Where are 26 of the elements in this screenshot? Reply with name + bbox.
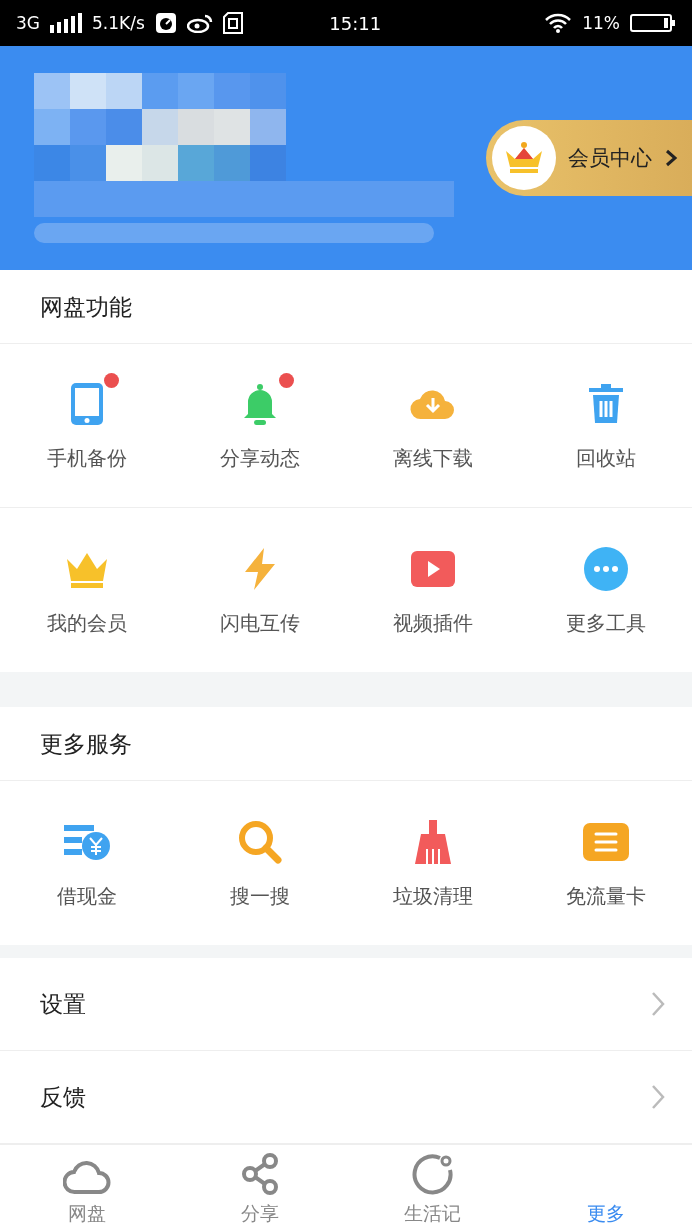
broom-icon <box>412 818 453 865</box>
chevron-right-icon <box>664 148 678 168</box>
signal-icon <box>50 13 82 33</box>
play-icon <box>409 549 456 588</box>
battery-icon <box>630 13 676 33</box>
weibo-icon <box>186 13 213 33</box>
cloud-download-icon <box>408 387 457 421</box>
gauge-icon <box>154 12 177 34</box>
network-type: 3G <box>16 13 40 33</box>
cloud-icon <box>62 1159 111 1195</box>
trash-icon <box>586 383 625 425</box>
clock: 15:11 <box>329 12 382 34</box>
more-icon <box>582 545 629 592</box>
chevron-right-icon <box>650 990 666 1018</box>
ring-icon <box>411 1153 454 1195</box>
chevron-right-icon <box>650 1083 666 1111</box>
crown-icon <box>504 141 544 175</box>
sim-icon <box>222 12 243 34</box>
phone-icon <box>68 381 105 427</box>
network-speed: 5.1K/s <box>92 13 145 33</box>
share-icon <box>240 1153 279 1195</box>
sim-card-icon <box>581 821 630 862</box>
wifi-icon <box>544 12 573 34</box>
battery-percent: 11% <box>582 13 620 33</box>
search-icon <box>236 818 283 865</box>
member-center-button[interactable]: 会员中心 <box>486 120 692 196</box>
